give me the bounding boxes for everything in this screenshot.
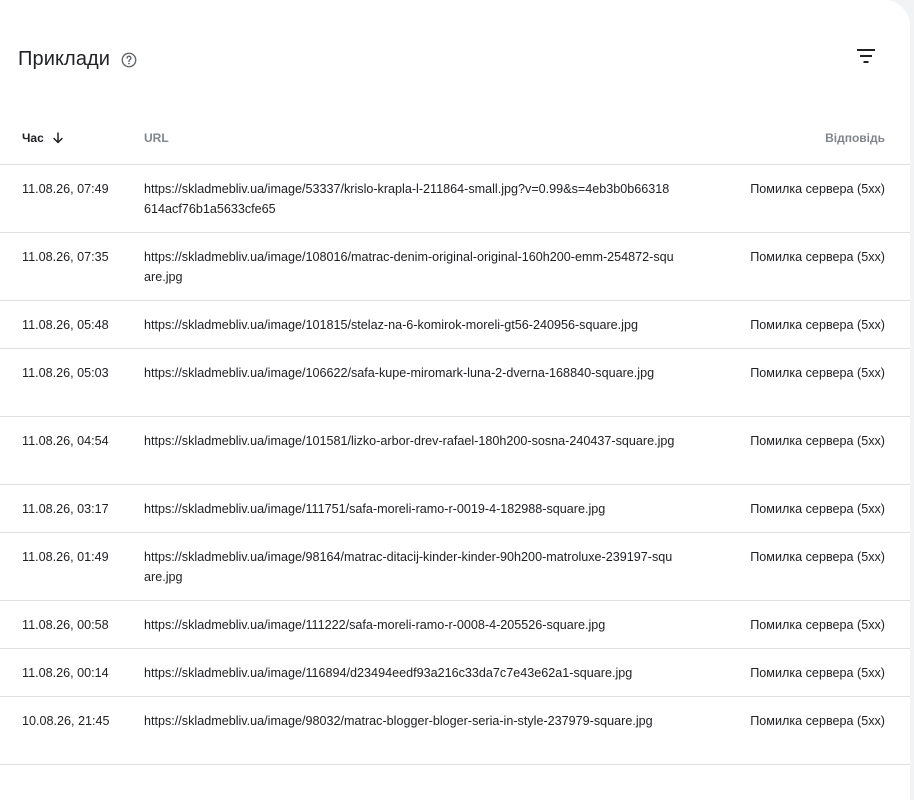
examples-table: Час URL Відповідь 11.08.26, 07:49 https:/… bbox=[0, 112, 910, 765]
filter-icon bbox=[856, 48, 876, 69]
cell-time: 11.08.26, 00:14 bbox=[22, 666, 109, 680]
column-header-response[interactable]: Відповідь bbox=[684, 131, 910, 145]
cell-url: https://skladmebliv.ua/image/116894/d234… bbox=[144, 666, 633, 680]
table-row[interactable]: 11.08.26, 05:03 https://skladmebliv.ua/im… bbox=[0, 349, 910, 417]
card-title: Приклади bbox=[18, 47, 111, 70]
table-row[interactable]: 11.08.26, 07:35 https://skladmebliv.ua/im… bbox=[0, 233, 910, 301]
cell-url: https://skladmebliv.ua/image/108016/matr… bbox=[144, 250, 674, 284]
table-row[interactable]: 11.08.26, 04:54 https://skladmebliv.ua/im… bbox=[0, 417, 910, 485]
cell-url: https://skladmebliv.ua/image/98032/matra… bbox=[144, 714, 653, 728]
cell-response: Помилка сервера (5xx) bbox=[750, 666, 885, 680]
cell-url: https://skladmebliv.ua/image/111222/safa… bbox=[144, 618, 606, 632]
cell-response: Помилка сервера (5xx) bbox=[750, 714, 885, 728]
table-row[interactable]: 11.08.26, 00:58 https://skladmebliv.ua/im… bbox=[0, 601, 910, 649]
column-header-time[interactable]: Час bbox=[0, 131, 144, 145]
cell-response: Помилка сервера (5xx) bbox=[750, 366, 885, 380]
cell-response: Помилка сервера (5xx) bbox=[750, 502, 885, 516]
cell-time: 11.08.26, 05:48 bbox=[22, 318, 109, 332]
card-header: Приклади bbox=[18, 44, 886, 74]
cell-response: Помилка сервера (5xx) bbox=[750, 550, 885, 564]
cell-url: https://skladmebliv.ua/image/98164/matra… bbox=[144, 550, 673, 584]
cell-response: Помилка сервера (5xx) bbox=[750, 618, 885, 632]
cell-response: Помилка сервера (5xx) bbox=[750, 250, 885, 264]
table-body: 11.08.26, 07:49 https://skladmebliv.ua/im… bbox=[0, 165, 910, 765]
cell-time: 11.08.26, 03:17 bbox=[22, 502, 109, 516]
cell-url: https://skladmebliv.ua/image/101581/lizk… bbox=[144, 434, 675, 448]
cell-time: 10.08.26, 21:45 bbox=[22, 714, 110, 728]
cell-time: 11.08.26, 04:54 bbox=[22, 434, 109, 448]
column-header-time-label: Час bbox=[22, 131, 44, 145]
cell-time: 11.08.26, 01:49 bbox=[22, 550, 109, 564]
cell-response: Помилка сервера (5xx) bbox=[750, 182, 885, 196]
table-row[interactable]: 10.08.26, 21:45 https://skladmebliv.ua/im… bbox=[0, 697, 910, 765]
cell-response: Помилка сервера (5xx) bbox=[750, 318, 885, 332]
cell-time: 11.08.26, 07:49 bbox=[22, 182, 109, 196]
cell-url: https://skladmebliv.ua/image/101815/stel… bbox=[144, 318, 638, 332]
column-header-url[interactable]: URL bbox=[144, 131, 684, 145]
help-circle-icon[interactable] bbox=[120, 51, 138, 69]
arrow-down-icon bbox=[52, 132, 64, 144]
table-row[interactable]: 11.08.26, 03:17 https://skladmebliv.ua/im… bbox=[0, 485, 910, 533]
examples-card: Приклади Час URL Відповідь 11.08.26, 07:… bbox=[0, 0, 910, 800]
cell-url: https://skladmebliv.ua/image/106622/safa… bbox=[144, 366, 655, 380]
cell-response: Помилка сервера (5xx) bbox=[750, 434, 885, 448]
table-row[interactable]: 11.08.26, 00:14 https://skladmebliv.ua/im… bbox=[0, 649, 910, 697]
table-row[interactable]: 11.08.26, 05:48 https://skladmebliv.ua/im… bbox=[0, 301, 910, 349]
cell-url: https://skladmebliv.ua/image/53337/krisl… bbox=[144, 182, 670, 216]
cell-time: 11.08.26, 00:58 bbox=[22, 618, 109, 632]
cell-time: 11.08.26, 05:03 bbox=[22, 366, 109, 380]
cell-time: 11.08.26, 07:35 bbox=[22, 250, 109, 264]
table-header: Час URL Відповідь bbox=[0, 112, 910, 165]
table-row[interactable]: 11.08.26, 01:49 https://skladmebliv.ua/im… bbox=[0, 533, 910, 601]
table-row[interactable]: 11.08.26, 07:49 https://skladmebliv.ua/im… bbox=[0, 165, 910, 233]
cell-url: https://skladmebliv.ua/image/111751/safa… bbox=[144, 502, 606, 516]
filter-button[interactable] bbox=[846, 38, 886, 78]
